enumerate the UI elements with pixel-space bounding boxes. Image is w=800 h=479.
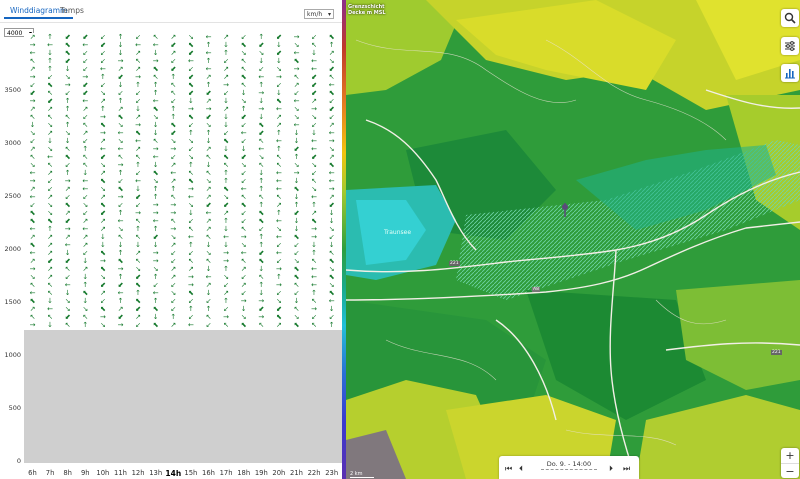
wind-barb: ↙ [205, 321, 212, 329]
road-label: A8 [532, 287, 540, 292]
sliders-icon [785, 41, 795, 51]
search-icon [784, 12, 796, 24]
wind-diagram-panel: Winddiagramm Temps km/h▾ 4000▾ ↗→←↖↗→↙⬋→… [0, 0, 343, 479]
hour-label[interactable]: 13h [147, 469, 164, 477]
unit-value: km/h [307, 11, 323, 18]
y-tick-label: 0 [16, 457, 21, 465]
wind-barb: ↑ [328, 321, 335, 329]
hour-label[interactable]: 20h [270, 469, 287, 477]
wind-barb: → [29, 321, 36, 329]
map-view[interactable]: Grenzschicht Decke m MSL Traunsee A8 221… [346, 0, 800, 479]
y-tick-label: 3500 [4, 86, 21, 94]
step-forward-icon[interactable]: ⏵ [609, 464, 613, 474]
time-label: Do. 9. - 14:00 [546, 460, 592, 468]
time-control: ⏮ ⏴ Do. 9. - 14:00 ⏵ ⏭ [499, 456, 639, 479]
hour-label[interactable]: 21h [288, 469, 305, 477]
settings-button[interactable] [781, 37, 799, 55]
hour-label[interactable]: 11h [112, 469, 129, 477]
hour-label[interactable]: 6h [24, 469, 41, 477]
zoom-control: + − [781, 448, 799, 478]
skip-back-icon[interactable]: ⏮ [505, 464, 512, 474]
map-canvas [346, 0, 800, 479]
altitude-value: 4000 [7, 30, 23, 37]
wind-barb: → [117, 321, 124, 329]
hour-label[interactable]: 23h [323, 469, 340, 477]
y-tick-label: 500 [8, 404, 21, 412]
wind-barb: ↗ [275, 321, 282, 329]
wind-barb: ↑ [82, 321, 89, 329]
tab-temps[interactable]: Temps [54, 4, 90, 17]
tab-bar: Winddiagramm Temps km/h ▾ [0, 0, 343, 23]
hour-label[interactable]: 9h [77, 469, 94, 477]
bar-chart-icon [785, 69, 795, 79]
hour-label[interactable]: 22h [306, 469, 323, 477]
chart-button[interactable] [781, 64, 799, 82]
chevron-down-icon: ▾ [327, 11, 331, 18]
wind-barb: ↖ [223, 321, 230, 329]
terrain-area [24, 330, 342, 463]
map-scale: 2 km [350, 471, 374, 478]
hour-label[interactable]: 12h [130, 469, 147, 477]
map-legend-title: Grenzschicht Decke m MSL [348, 4, 386, 16]
step-back-icon[interactable]: ⏴ [519, 464, 523, 474]
wind-barb: ↓ [47, 321, 54, 329]
wind-barb: ↙ [135, 321, 142, 329]
y-tick-label: 1000 [4, 351, 21, 359]
y-tick-label: 2500 [4, 192, 21, 200]
time-slider[interactable] [541, 469, 597, 471]
zoom-out-button[interactable]: − [781, 463, 799, 479]
search-button[interactable] [781, 9, 799, 27]
hour-label[interactable]: 17h [218, 469, 235, 477]
hour-label[interactable]: 10h [94, 469, 111, 477]
y-tick-label: 1500 [4, 298, 21, 306]
wind-barb: ↖ [258, 321, 265, 329]
hour-label[interactable]: 7h [42, 469, 59, 477]
skip-forward-icon[interactable]: ⏭ [623, 464, 630, 474]
zoom-in-button[interactable]: + [781, 448, 799, 463]
unit-select[interactable]: km/h ▾ [304, 9, 334, 19]
road-label: 221 [771, 350, 782, 355]
hour-label[interactable]: 16h [200, 469, 217, 477]
wind-barb: ↘ [99, 321, 106, 329]
wind-barb: ↖ [64, 321, 71, 329]
wind-barb: ⬉ [152, 321, 159, 329]
wind-grid: ↗ → ← ↖ ↗ → ↙ ⬋ → ↗ ↖ ↓ ↘ ↙ ↗ ↖ ↘ ← → ↗ ← ↙ ⬉ ⬉ ← ↗ ⬉ ← ↗ → ↘ ↖ ← ⬉ ↗ ↖ → ↑ ← ↓… [24, 33, 342, 330]
hour-label[interactable]: 19h [253, 469, 270, 477]
lake-label: Traunsee [384, 229, 412, 236]
wind-barb: ↖ [311, 321, 318, 329]
wind-barb: ↗ [170, 321, 177, 329]
wind-barb: ← [187, 321, 194, 329]
wind-barb: ⬉ [240, 321, 247, 329]
road-label: 221 [449, 261, 460, 266]
hour-label[interactable]: 14h [165, 469, 182, 478]
wind-barb: ⬉ [293, 321, 300, 329]
hour-label[interactable]: 18h [235, 469, 252, 477]
hour-label[interactable]: 15h [182, 469, 199, 477]
y-tick-label: 2000 [4, 245, 21, 253]
y-tick-label: 3000 [4, 139, 21, 147]
hour-label[interactable]: 8h [59, 469, 76, 477]
